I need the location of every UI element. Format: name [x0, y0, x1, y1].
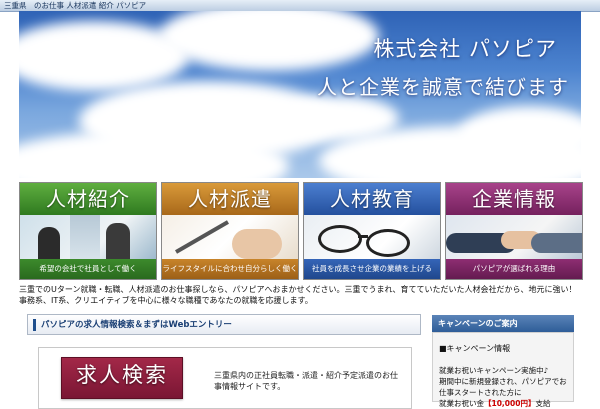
campaign-text: 就業お祝いキャンペーン実施中♪ 期間中に新規登録され、パソピアでお仕事スタートさ… [439, 365, 573, 409]
campaign-sidebar: キャンペーンのご案内 ■キャンペーン情報 就業お祝いキャンペーン実施中♪ 期間中… [432, 315, 574, 408]
handshake-photo [446, 215, 582, 261]
job-search-button[interactable]: 求人検索 [61, 357, 183, 399]
intro-text: 三重でのUターン就職・転職、人材派遣のお仕事探しなら、パソピアへおまかせください… [19, 285, 577, 305]
sidebar-body: ■キャンペーン情報 就業お祝いキャンペーン実施中♪ 期間中に新規登録され、パソピ… [432, 332, 574, 408]
tile-title: 人材派遣 [162, 183, 298, 215]
cloud-shape [159, 11, 379, 71]
tile-caption: 希望の会社で社員として働く [20, 259, 156, 279]
tile-title: 企業情報 [446, 183, 582, 215]
campaign-line: 就業お祝いキャンペーン実施中♪ [439, 366, 549, 375]
section-marker [33, 319, 36, 331]
campaign-line: 就業お祝い金 [439, 399, 484, 408]
campaign-line: 期間中に新規登録され、パソピアでお仕事スタートされた方に [439, 377, 567, 397]
tile-recruitment[interactable]: 人材紹介 希望の会社で社員として働く [19, 182, 157, 280]
tile-training[interactable]: 人材教育 社員を成長させ企業の業績を上げる [303, 182, 441, 280]
section-header: パソピアの求人情報検索＆まずはWebエントリー [27, 314, 421, 335]
hero-banner: 株式会社 パソピア 人と企業を誠意で結びます [19, 11, 581, 178]
campaign-amount: 【10,000円】 [484, 399, 536, 408]
job-search-label: 求人検索 [76, 363, 168, 387]
job-search-section: パソピアの求人情報検索＆まずはWebエントリー 求人検索 三重県内の正社員転職・… [27, 314, 423, 409]
campaign-title: ■キャンペーン情報 [439, 344, 511, 353]
tile-title: 人材紹介 [20, 183, 156, 215]
service-tiles: 人材紹介 希望の会社で社員として働く 人材派遣 ライフスタイルに合わせ自分らしく… [19, 182, 583, 282]
hero-company-name: 株式会社 パソピア [373, 37, 557, 61]
tile-caption: パソピアが選ばれる理由 [446, 259, 582, 279]
campaign-line: 支給 [535, 399, 551, 408]
sidebar-heading: キャンペーンのご案内 [432, 315, 574, 332]
hero-slogan: 人と企業を誠意で結びます [317, 75, 569, 99]
section-title: パソピアの求人情報検索＆まずはWebエントリー [41, 320, 232, 330]
glasses-photo [304, 215, 440, 261]
breadcrumb: 三重県 のお仕事 人材派遣 紹介 パソピア [4, 1, 147, 10]
tile-title: 人材教育 [304, 183, 440, 215]
job-search-description: 三重県内の正社員転職・派遣・紹介予定派遣のお仕事情報サイトです。 [214, 371, 398, 391]
office-workers-photo [20, 215, 156, 261]
tile-caption: ライフスタイルに合わせ自分らしく働く [162, 259, 298, 279]
writing-hand-photo [162, 215, 298, 261]
tile-company-info[interactable]: 企業情報 パソピアが選ばれる理由 [445, 182, 583, 280]
tile-caption: 社員を成長させ企業の業績を上げる [304, 259, 440, 279]
tile-dispatch[interactable]: 人材派遣 ライフスタイルに合わせ自分らしく働く [161, 182, 299, 280]
